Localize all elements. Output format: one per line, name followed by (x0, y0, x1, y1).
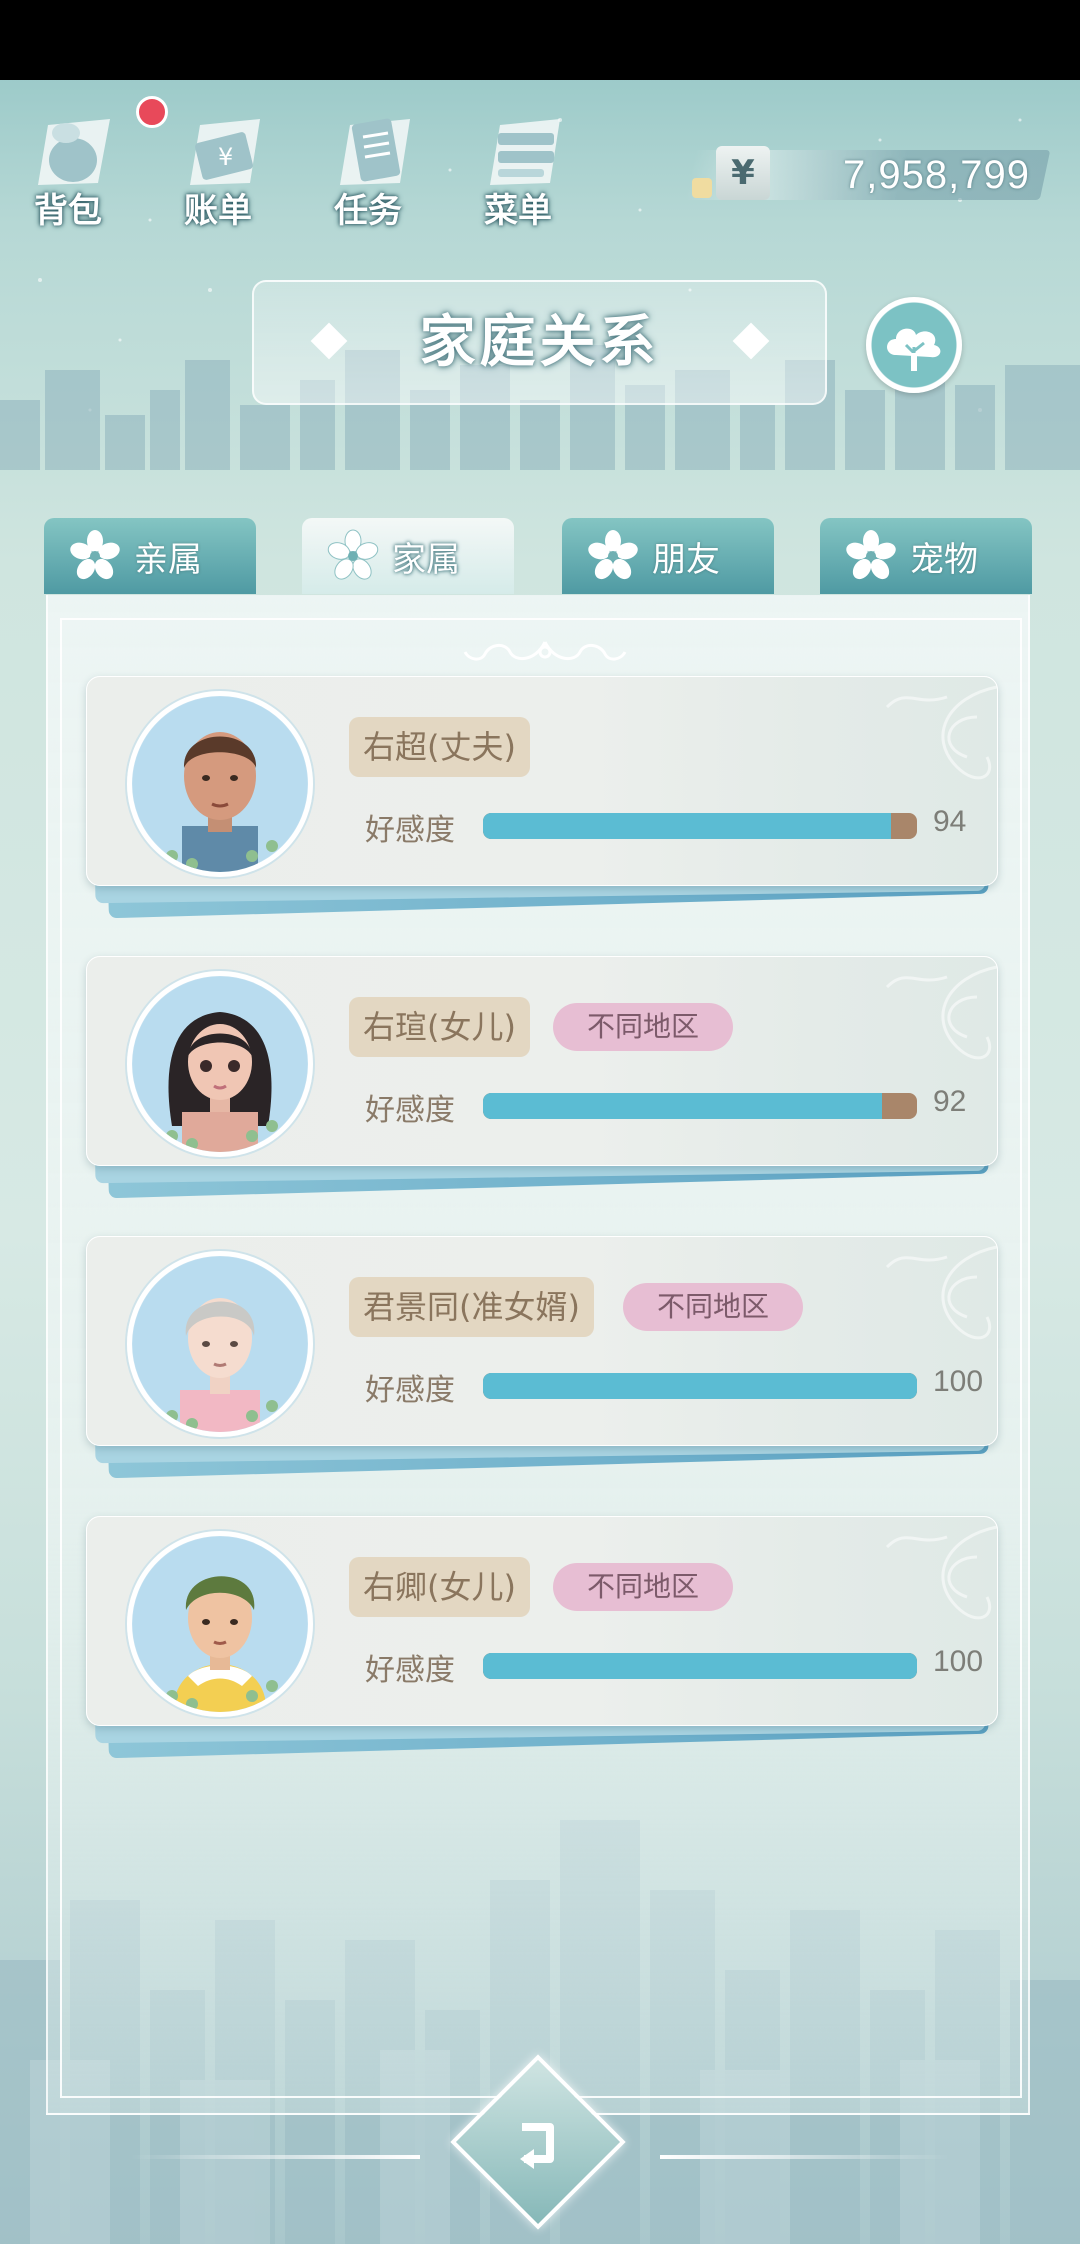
task-icon (340, 118, 410, 185)
affection-fill (483, 1373, 917, 1399)
card-body: 君景同(准女婿) 不同地区 好感度 100 (86, 1236, 998, 1446)
member-name: 右卿(女儿) (349, 1557, 530, 1617)
avatar (127, 971, 313, 1157)
menu-icon (490, 119, 560, 185)
affection-bar (483, 813, 917, 839)
card-body: 右超(丈夫) 好感度 94 (86, 676, 998, 886)
family-tree-button[interactable] (866, 297, 962, 393)
tab-label: 亲属 (134, 539, 202, 580)
flower-icon (846, 530, 896, 580)
lace-decoration (885, 1245, 997, 1340)
avatar (127, 1251, 313, 1437)
bill-button[interactable]: ¥ 账单 (150, 95, 280, 235)
flower-icon (327, 529, 379, 580)
member-card[interactable]: 君景同(准女婿) 不同地区 好感度 100 (86, 1236, 998, 1479)
region-badge: 不同地区 (553, 1563, 734, 1611)
member-name: 右超(丈夫) (349, 717, 530, 777)
avatar (127, 691, 313, 877)
family-tree-icon (887, 328, 941, 371)
affection-value: 100 (933, 1645, 984, 1678)
member-name: 君景同(准女婿) (349, 1277, 594, 1337)
status-bar (0, 0, 1080, 80)
affection-bar (483, 1093, 917, 1119)
flower-icon (70, 530, 120, 580)
tab-label: 朋友 (652, 539, 720, 580)
region-badge: 不同地区 (623, 1283, 804, 1331)
divider-line (660, 2155, 950, 2159)
bag-icon (38, 119, 110, 185)
lace-decoration (885, 1525, 997, 1620)
bill-icon: ¥ (190, 119, 260, 185)
menu-button[interactable]: 菜单 (450, 95, 580, 235)
card-body: 右卿(女儿) 不同地区 好感度 100 (86, 1516, 998, 1726)
menu-label: 菜单 (484, 191, 552, 231)
tab-family[interactable]: 家属 (302, 518, 514, 594)
affection-label: 好感度 (365, 1093, 455, 1128)
page-title: 家庭关系 (419, 310, 660, 375)
yen-icon: ¥ (716, 146, 770, 200)
task-button[interactable]: 任务 (300, 95, 430, 235)
affection-label: 好感度 (365, 1373, 455, 1408)
tab-label: 家属 (392, 539, 460, 580)
affection-bar (483, 1373, 917, 1399)
return-icon (520, 2123, 554, 2169)
scroll-ornament (463, 641, 627, 661)
member-card[interactable]: 右瑄(女儿) 不同地区 好感度 92 (86, 956, 998, 1199)
bill-label: 账单 (184, 191, 252, 231)
affection-fill (483, 1093, 883, 1119)
member-card[interactable]: 右超(丈夫) 好感度 94 (86, 676, 998, 919)
tab-pets[interactable]: 宠物 (820, 518, 1032, 594)
member-name: 右瑄(女儿) (349, 997, 530, 1057)
flower-icon (588, 530, 638, 580)
affection-fill (483, 813, 891, 839)
tab-label: 宠物 (910, 539, 978, 580)
affection-value: 92 (933, 1085, 967, 1118)
card-body: 右瑄(女儿) 不同地区 好感度 92 (86, 956, 998, 1166)
lace-decoration (885, 965, 997, 1060)
divider-line (130, 2155, 420, 2159)
affection-value: 100 (933, 1365, 984, 1398)
svg-text:¥: ¥ (218, 143, 233, 171)
affection-label: 好感度 (365, 1653, 455, 1688)
bag-button[interactable]: 背包 (0, 95, 130, 235)
tab-relatives[interactable]: 亲属 (44, 518, 256, 594)
affection-label: 好感度 (365, 813, 455, 848)
lace-decoration (885, 685, 997, 780)
bag-label: 背包 (34, 191, 102, 231)
region-badge: 不同地区 (553, 1003, 734, 1051)
money-value: 7,958,799 (843, 153, 1030, 197)
affection-value: 94 (933, 805, 967, 838)
affection-fill (483, 1653, 917, 1679)
avatar (127, 1531, 313, 1717)
member-card[interactable]: 右卿(女儿) 不同地区 好感度 100 (86, 1516, 998, 1759)
coin-icon (692, 178, 712, 198)
affection-bar (483, 1653, 917, 1679)
task-label: 任务 (334, 191, 402, 231)
tab-friends[interactable]: 朋友 (562, 518, 774, 594)
